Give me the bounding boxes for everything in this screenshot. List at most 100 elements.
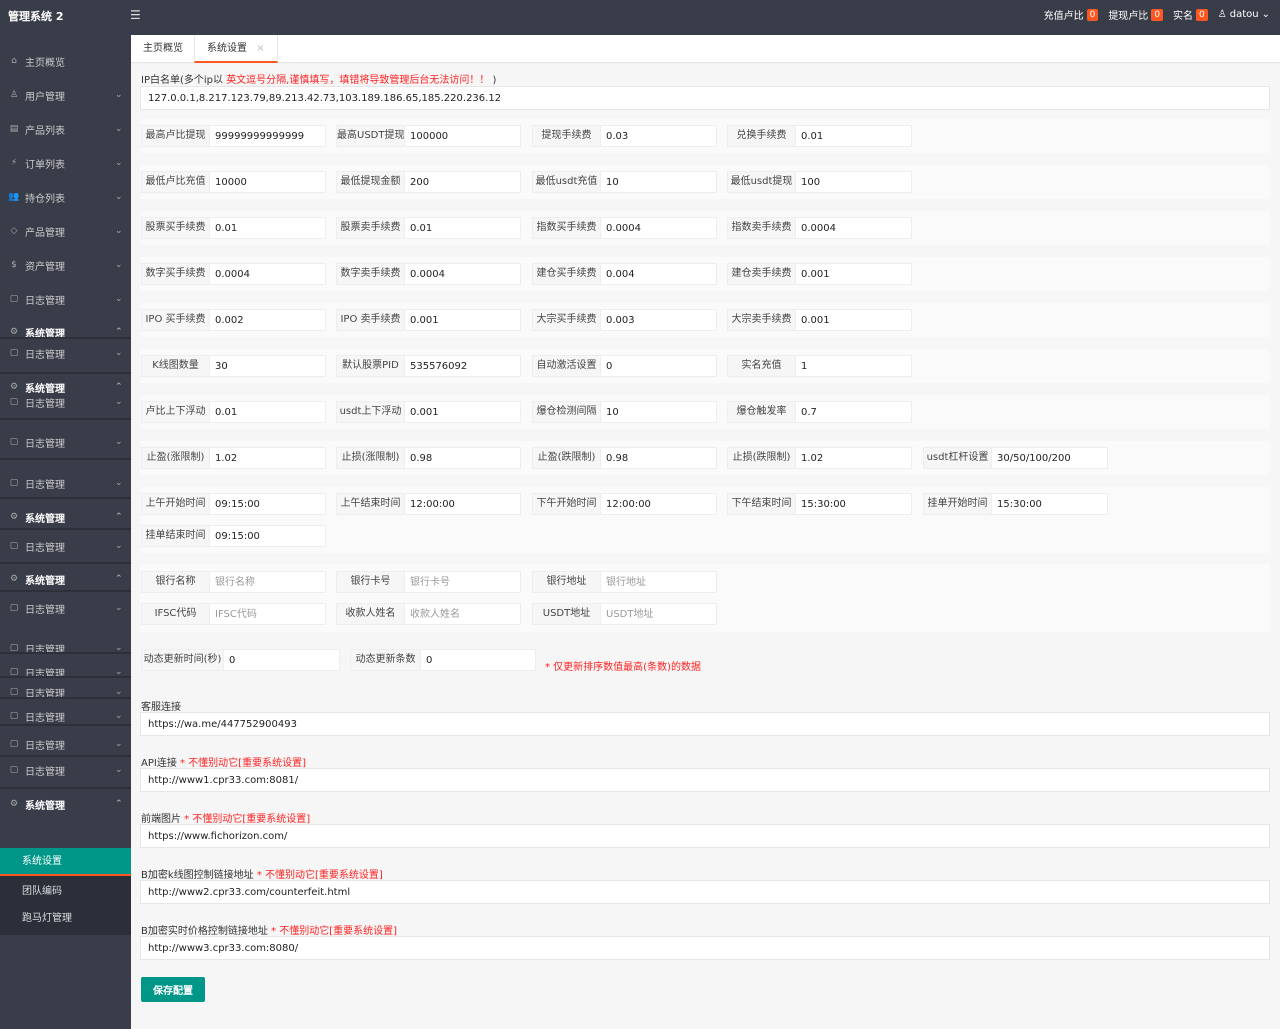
realname-notice[interactable]: 实名 0 (1173, 7, 1208, 22)
config-field-label: 大宗卖手续费 (728, 310, 796, 330)
config-field-input[interactable] (210, 264, 325, 284)
settings-form: IP白名单(多个ip以 英文逗号分隔,谨慎填写，填错将导致管理后台无法访问！！ … (131, 64, 1280, 1029)
config-field-input[interactable] (210, 448, 325, 468)
bank-field-input[interactable] (601, 572, 716, 592)
menu-toggle-icon[interactable]: ☰ (130, 8, 141, 22)
withdraw-notice[interactable]: 提现卢比 0 (1108, 7, 1164, 22)
sidebar-item-7[interactable]: ▢ 日志管理 ⌄ (0, 289, 131, 309)
config-field-label: 大宗买手续费 (533, 310, 601, 330)
config-field-input[interactable] (405, 448, 520, 468)
config-field-input[interactable] (405, 218, 520, 238)
sidebar-item-9[interactable]: ▢ 日志管理 ⌄ (0, 343, 131, 363)
dynamic-update-time-input[interactable] (224, 650, 339, 670)
config-field-input[interactable] (405, 126, 520, 146)
config-field-input[interactable] (405, 494, 520, 514)
sidebar-item-4[interactable]: 👥 持仓列表 ⌄ (0, 187, 131, 207)
bank-field-input[interactable] (210, 604, 325, 624)
config-field-input[interactable] (405, 172, 520, 192)
link-input[interactable] (140, 768, 1270, 792)
config-field: 止盈(涨限制) (141, 447, 326, 469)
tab-home-overview[interactable]: 主页概览 (131, 35, 195, 63)
sidebar-sub-marquee[interactable]: 跑马灯管理 (0, 905, 131, 933)
config-field-input[interactable] (210, 172, 325, 192)
link-input[interactable] (140, 712, 1270, 736)
config-field-input[interactable] (601, 126, 716, 146)
config-field-input[interactable] (601, 448, 716, 468)
config-field-label: 实名充值 (728, 356, 796, 376)
save-config-button[interactable]: 保存配置 (141, 977, 205, 1002)
sidebar-item-2[interactable]: ▤ 产品列表 ⌄ (0, 119, 131, 139)
config-field-input[interactable] (796, 126, 911, 146)
sidebar-item-15[interactable]: ▢ 日志管理 ⌄ (0, 536, 131, 556)
bank-field-input[interactable] (405, 604, 520, 624)
sidebar-item-16[interactable]: ⚙ 系统管理 ⌃ (0, 569, 131, 589)
user-menu[interactable]: ♙ datou ⌄ (1218, 9, 1270, 20)
config-field-input[interactable] (992, 448, 1107, 468)
config-field-input[interactable] (601, 172, 716, 192)
config-field-input[interactable] (796, 356, 911, 376)
sidebar-item-22[interactable]: ▢ 日志管理 ⌄ (0, 734, 131, 754)
config-field-label: 数字买手续费 (142, 264, 210, 284)
config-field-input[interactable] (796, 310, 911, 330)
config-field-input[interactable] (210, 402, 325, 422)
sidebar-item-12[interactable]: ▢ 日志管理 ⌄ (0, 432, 131, 452)
config-field-input[interactable] (796, 264, 911, 284)
sidebar-item-17[interactable]: ▢ 日志管理 ⌄ (0, 598, 131, 618)
bank-field-input[interactable] (601, 604, 716, 624)
config-field-input[interactable] (601, 356, 716, 376)
tab-system-settings[interactable]: 系统设置 × (194, 35, 278, 63)
sidebar-item-5[interactable]: ◇ 产品管理 ⌄ (0, 221, 131, 241)
config-field-input[interactable] (405, 402, 520, 422)
ip-whitelist-input[interactable] (140, 86, 1270, 110)
config-field: 上午开始时间 (141, 493, 326, 515)
config-field-input[interactable] (796, 402, 911, 422)
config-field-input[interactable] (405, 264, 520, 284)
sidebar-item-14[interactable]: ⚙ 系统管理 ⌃ (0, 507, 131, 527)
config-field-input[interactable] (601, 264, 716, 284)
config-field-input[interactable] (405, 356, 520, 376)
config-field-input[interactable] (405, 310, 520, 330)
sidebar-item-21[interactable]: ▢ 日志管理 ⌄ (0, 706, 131, 726)
config-field-input[interactable] (796, 172, 911, 192)
config-field-input[interactable] (601, 310, 716, 330)
config-field-input[interactable] (210, 310, 325, 330)
config-field-input[interactable] (796, 218, 911, 238)
ip-warning: 英文逗号分隔,谨慎填写，填错将导致管理后台无法访问！！ (226, 75, 490, 86)
sidebar-item-20[interactable]: ▢ 日志管理 ⌄ (0, 682, 131, 702)
link-input[interactable] (140, 936, 1270, 960)
sidebar-sub-system-settings[interactable]: 系统设置 (0, 848, 131, 876)
config-field-input[interactable] (601, 218, 716, 238)
config-field-input[interactable] (210, 494, 325, 514)
sidebar-item-6[interactable]: $ 资产管理 ⌄ (0, 255, 131, 275)
config-field-input[interactable] (210, 218, 325, 238)
sidebar-item-8[interactable]: ⚙ 系统管理 ⌃ (0, 322, 131, 342)
config-field-input[interactable] (601, 402, 716, 422)
sidebar-item-24[interactable]: ⚙ 系统管理 ⌃ (0, 794, 131, 814)
bank-field-input[interactable] (405, 572, 520, 592)
config-field-input[interactable] (210, 126, 325, 146)
sidebar-item-1[interactable]: ♙ 用户管理 ⌄ (0, 85, 131, 105)
nav-divider (0, 755, 131, 757)
config-field-input[interactable] (992, 494, 1107, 514)
recharge-notice[interactable]: 充值卢比 0 (1044, 7, 1099, 22)
sidebar-item-19[interactable]: ▢ 日志管理 ⌄ (0, 662, 131, 682)
sidebar-item-11[interactable]: ▢ 日志管理 ⌄ (0, 392, 131, 412)
config-field-input[interactable] (601, 494, 716, 514)
sidebar-item-13[interactable]: ▢ 日志管理 ⌄ (0, 473, 131, 493)
config-field-input[interactable] (796, 448, 911, 468)
sidebar-item-3[interactable]: ⚡ 订单列表 ⌄ (0, 153, 131, 173)
link-input[interactable] (140, 824, 1270, 848)
config-field: 挂单结束时间 (141, 525, 326, 547)
config-field-input[interactable] (796, 494, 911, 514)
sidebar-item-23[interactable]: ▢ 日志管理 ⌄ (0, 760, 131, 780)
sidebar-item-0[interactable]: ⌂ 主页概览 (0, 51, 131, 71)
dynamic-update-count-input[interactable] (421, 650, 535, 670)
sidebar-item-18[interactable]: ▢ 日志管理 ⌄ (0, 638, 131, 658)
link-input[interactable] (140, 880, 1270, 904)
config-field-input[interactable] (210, 356, 325, 376)
close-icon[interactable]: × (256, 43, 264, 54)
sidebar-sub-team-code[interactable]: 团队编码 (0, 878, 131, 906)
bank-field-input[interactable] (210, 572, 325, 592)
config-field-label: 下午结束时间 (728, 494, 796, 514)
config-field-input[interactable] (210, 526, 325, 546)
